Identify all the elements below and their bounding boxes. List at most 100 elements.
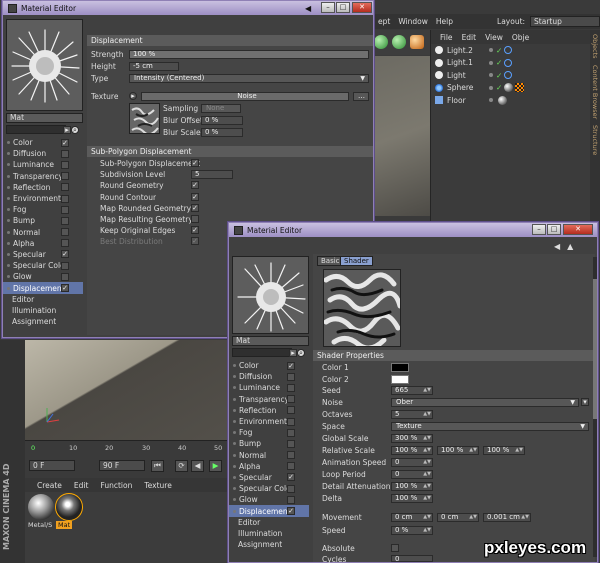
material-tag-icon[interactable]: [498, 95, 507, 105]
enabled-check[interactable]: ✓: [496, 58, 502, 67]
end-frame-field[interactable]: 90 F: [99, 460, 145, 471]
title-bar[interactable]: Material Editor – □ ✕: [229, 223, 597, 237]
extra-item-illumination[interactable]: Illumination: [3, 305, 83, 316]
material-name-subfield[interactable]: [6, 125, 66, 134]
channel-checkbox[interactable]: [287, 462, 295, 471]
channel-checkbox[interactable]: ✓: [287, 473, 295, 482]
channel-checkbox[interactable]: [61, 216, 69, 225]
extra-item-editor[interactable]: Editor: [3, 294, 83, 305]
expand-arrow-icon[interactable]: ▸: [289, 349, 297, 357]
tab-structure[interactable]: Structure: [591, 125, 599, 155]
obj-menu-view[interactable]: View: [485, 33, 503, 42]
visibility-dot[interactable]: [489, 48, 493, 53]
channel-checkbox[interactable]: [61, 194, 69, 203]
cycles-field[interactable]: 0: [391, 555, 433, 563]
channel-checkbox[interactable]: [61, 272, 69, 281]
channel-reflection[interactable]: Reflection: [3, 182, 83, 193]
close-button[interactable]: ✕: [352, 2, 372, 13]
relative-scale-z-field[interactable]: 100 % ▲▼: [483, 446, 525, 455]
height-field[interactable]: -5 cm: [129, 62, 179, 71]
target-tag-icon[interactable]: [504, 58, 513, 67]
material-preview[interactable]: [6, 19, 83, 111]
spinner-icon[interactable]: ▲▼: [515, 447, 523, 454]
spinner-icon[interactable]: ▲▼: [423, 459, 431, 466]
channel-checkbox[interactable]: ✓: [287, 361, 295, 370]
channel-environment[interactable]: Environment: [229, 416, 309, 427]
channel-environment[interactable]: Environment: [3, 193, 83, 204]
menu-script[interactable]: ept: [378, 17, 390, 26]
channel-diffusion[interactable]: Diffusion: [229, 371, 309, 382]
minimize-button[interactable]: –: [321, 2, 335, 13]
extra-item-assignment[interactable]: Assignment: [229, 539, 309, 550]
channel-luminance[interactable]: Luminance: [229, 382, 309, 393]
viewport-top[interactable]: [370, 56, 430, 216]
mat-menu-function[interactable]: Function: [100, 481, 132, 490]
subpoly-checkbox[interactable]: ✓: [191, 226, 199, 235]
subpoly-checkbox[interactable]: ✓: [191, 203, 199, 212]
obj-menu-edit[interactable]: Edit: [462, 33, 477, 42]
menu-window[interactable]: Window: [398, 17, 428, 26]
object-row-light-2[interactable]: Light.2 ✓: [431, 44, 590, 57]
blur-scale-field[interactable]: 0 %: [201, 128, 243, 137]
mat-menu-create[interactable]: Create: [37, 481, 62, 490]
channel-checkbox[interactable]: [287, 372, 295, 381]
spinner-icon[interactable]: ▲▼: [423, 435, 431, 442]
channel-specular-color[interactable]: Specular Color: [229, 483, 309, 494]
channel-glow[interactable]: Glow: [229, 494, 309, 505]
back-arrow-icon[interactable]: ◀: [554, 242, 560, 251]
channel-color[interactable]: Color ✓: [3, 137, 83, 148]
channel-checkbox[interactable]: [287, 417, 295, 426]
light-icon[interactable]: [410, 35, 424, 49]
maximize-button[interactable]: □: [336, 2, 350, 13]
channel-fog[interactable]: Fog: [229, 427, 309, 438]
channel-transparency[interactable]: Transparency: [3, 171, 83, 182]
extra-item-assignment[interactable]: Assignment: [3, 316, 83, 327]
channel-alpha[interactable]: Alpha: [229, 461, 309, 472]
material-preview[interactable]: [232, 256, 309, 334]
channel-checkbox[interactable]: [287, 428, 295, 437]
object-row-floor[interactable]: Floor: [431, 94, 590, 107]
channel-color[interactable]: Color ✓: [229, 360, 309, 371]
channel-specular[interactable]: Specular ✓: [229, 472, 309, 483]
spinner-icon[interactable]: ▲▼: [423, 514, 431, 521]
channel-alpha[interactable]: Alpha: [3, 238, 83, 249]
target-tag-icon[interactable]: [504, 46, 513, 55]
channel-checkbox[interactable]: [287, 406, 295, 415]
object-row-sphere[interactable]: Sphere ✓: [431, 82, 590, 95]
seed-field[interactable]: 665 ▲▼: [391, 386, 433, 395]
spinner-icon[interactable]: ▲▼: [423, 411, 431, 418]
channel-checkbox[interactable]: [287, 484, 295, 493]
subpoly-checkbox[interactable]: ✓: [191, 159, 199, 167]
channel-fog[interactable]: Fog: [3, 204, 83, 215]
noise-menu-arrow-icon[interactable]: ▾: [581, 398, 589, 406]
relative-scale-y-field[interactable]: 100 % ▲▼: [437, 446, 479, 455]
channel-reflection[interactable]: Reflection: [229, 405, 309, 416]
movement-z-field[interactable]: 0.001 cm ▲▼: [483, 513, 531, 522]
channel-diffusion[interactable]: Diffusion: [3, 148, 83, 159]
texture-browse-button[interactable]: …: [353, 92, 369, 101]
scrollbar-thumb[interactable]: [593, 279, 597, 419]
channel-bump[interactable]: Bump: [3, 215, 83, 226]
render-settings-icon[interactable]: [392, 35, 406, 49]
material-tag-icon[interactable]: [504, 83, 514, 93]
loop-button[interactable]: ⟳: [175, 460, 188, 472]
channel-checkbox[interactable]: [287, 495, 295, 504]
enabled-check[interactable]: ✓: [496, 46, 502, 55]
subpoly-checkbox[interactable]: [191, 215, 199, 223]
delta-field[interactable]: 100 % ▲▼: [391, 494, 433, 503]
channel-checkbox[interactable]: ✓: [61, 284, 69, 293]
channel-checkbox[interactable]: [61, 149, 69, 158]
texture-tag-icon[interactable]: [515, 83, 525, 93]
visibility-dot[interactable]: [489, 85, 493, 90]
spinner-icon[interactable]: ▲▼: [423, 387, 431, 394]
spinner-icon[interactable]: ▲▼: [423, 447, 431, 454]
channel-normal[interactable]: Normal: [3, 227, 83, 238]
tab-content-browser[interactable]: Content Browser: [591, 65, 599, 119]
channel-displacement[interactable]: Displacement ✓: [229, 505, 309, 517]
mat-menu-edit[interactable]: Edit: [74, 481, 89, 490]
play-backward-button[interactable]: ◀: [191, 460, 204, 472]
spinner-icon[interactable]: ▲▼: [423, 471, 431, 478]
spinner-icon[interactable]: ▲▼: [423, 527, 431, 534]
extra-item-editor[interactable]: Editor: [229, 517, 309, 528]
global-scale-field[interactable]: 300 % ▲▼: [391, 434, 433, 443]
